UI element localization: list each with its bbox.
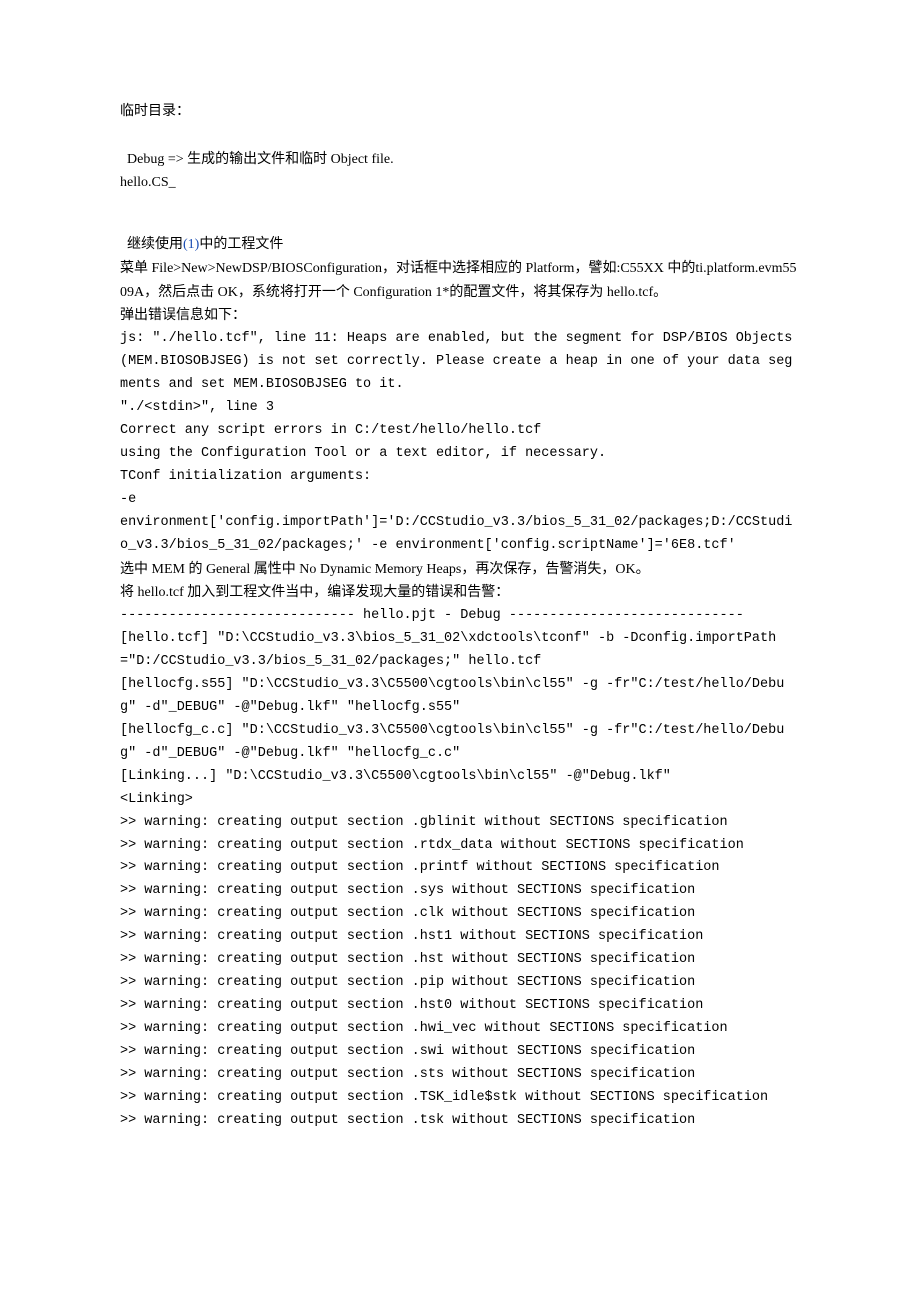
setup-link[interactable]: (1) bbox=[183, 237, 199, 252]
build-line-4: [Linking...] "D:\CCStudio_v3.3\C5500\cgt… bbox=[120, 766, 800, 789]
warning-line: >> warning: creating output section .TSK… bbox=[120, 1087, 800, 1110]
warning-line: >> warning: creating output section .gbl… bbox=[120, 812, 800, 835]
warning-line: >> warning: creating output section .sts… bbox=[120, 1064, 800, 1087]
build-line-1: [hello.tcf] "D:\CCStudio_v3.3\bios_5_31_… bbox=[120, 628, 800, 674]
intro-line-2: Debug => 生成的输出文件和临时 Object file. bbox=[120, 124, 800, 172]
warning-line: >> warning: creating output section .sys… bbox=[120, 880, 800, 903]
error-line-4: using the Configuration Tool or a text e… bbox=[120, 443, 800, 466]
note-line-2: 将 hello.tcf 加入到工程文件当中，编译发现大量的错误和告警： bbox=[120, 581, 800, 605]
intro-line-3: hello.CS_ bbox=[120, 171, 800, 195]
warning-line: >> warning: creating output section .pip… bbox=[120, 972, 800, 995]
warning-line: >> warning: creating output section .clk… bbox=[120, 903, 800, 926]
setup-line-2: 菜单 File>New>NewDSP/BIOSConfiguration，对话框… bbox=[120, 257, 800, 305]
debug-desc: 生成的输出文件和临时 Object file. bbox=[187, 152, 393, 167]
warning-line: >> warning: creating output section .hwi… bbox=[120, 1018, 800, 1041]
setup-pre: 继续使用 bbox=[127, 237, 183, 252]
setup-line-3: 弹出错误信息如下： bbox=[120, 304, 800, 328]
warning-line: >> warning: creating output section .swi… bbox=[120, 1041, 800, 1064]
error-line-1: js: "./hello.tcf", line 11: Heaps are en… bbox=[120, 328, 800, 397]
setup-post: 中的工程文件 bbox=[199, 237, 283, 252]
warning-line: >> warning: creating output section .hst… bbox=[120, 949, 800, 972]
warning-line: >> warning: creating output section .hst… bbox=[120, 995, 800, 1018]
build-line-2: [hellocfg.s55] "D:\CCStudio_v3.3\C5500\c… bbox=[120, 674, 800, 720]
error-line-6: -e bbox=[120, 489, 800, 512]
build-line-5: <Linking> bbox=[120, 789, 800, 812]
warning-line: >> warning: creating output section .hst… bbox=[120, 926, 800, 949]
note-line-1: 选中 MEM 的 General 属性中 No Dynamic Memory H… bbox=[120, 558, 800, 582]
intro-line-1: 临时目录： bbox=[120, 100, 800, 124]
build-line-3: [hellocfg_c.c] "D:\CCStudio_v3.3\C5500\c… bbox=[120, 720, 800, 766]
warning-line: >> warning: creating output section .rtd… bbox=[120, 835, 800, 858]
debug-prefix: Debug => bbox=[127, 152, 187, 167]
setup-line-1: 继续使用(1)中的工程文件 bbox=[120, 209, 800, 257]
warning-line: >> warning: creating output section .pri… bbox=[120, 857, 800, 880]
warning-line: >> warning: creating output section .tsk… bbox=[120, 1110, 800, 1133]
error-line-7: environment['config.importPath']='D:/CCS… bbox=[120, 512, 800, 558]
build-header: ----------------------------- hello.pjt … bbox=[120, 605, 800, 628]
error-line-2: "./<stdin>", line 3 bbox=[120, 397, 800, 420]
error-line-5: TConf initialization arguments: bbox=[120, 466, 800, 489]
error-line-3: Correct any script errors in C:/test/hel… bbox=[120, 420, 800, 443]
